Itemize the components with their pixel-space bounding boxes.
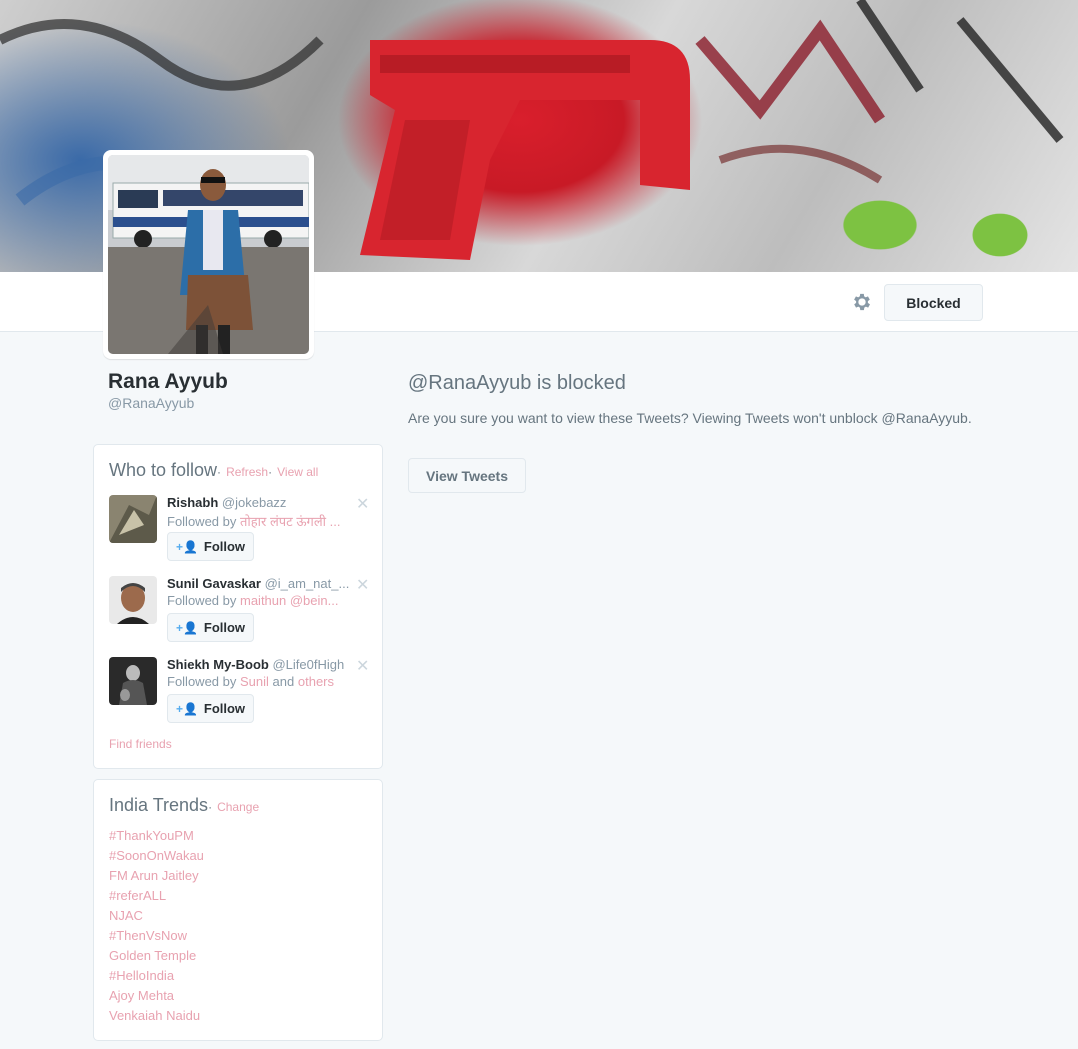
find-friends-link[interactable]: Find friends <box>109 737 172 751</box>
refresh-link[interactable]: Refresh <box>226 465 268 479</box>
user-avatar[interactable] <box>109 495 157 543</box>
trends-header: India Trends· Change <box>109 795 259 816</box>
trend-item[interactable]: #ThenVsNow <box>109 926 204 946</box>
trend-item[interactable]: Ajoy Mehta <box>109 986 204 1006</box>
trend-item[interactable]: Golden Temple <box>109 946 204 966</box>
close-icon[interactable]: ✕ <box>356 575 369 595</box>
user-screen-name[interactable]: @i_am_nat_... <box>265 576 350 591</box>
user-name[interactable]: Shiekh My-Boob @Life0fHigh <box>167 657 344 672</box>
follow-button[interactable]: +👤 Follow <box>167 694 254 723</box>
blocked-title: @RanaAyyub is blocked <box>408 372 626 394</box>
blocked-button[interactable]: Blocked <box>884 284 983 321</box>
avatar-photo <box>108 155 309 354</box>
trend-item[interactable]: NJAC <box>109 906 204 926</box>
gear-icon[interactable] <box>851 291 873 313</box>
view-tweets-button[interactable]: View Tweets <box>408 458 526 493</box>
followed-by-link[interactable]: maithun @bein... <box>240 593 338 608</box>
who-to-follow-header: Who to follow· Refresh· View all <box>109 460 318 481</box>
close-icon[interactable]: ✕ <box>356 494 369 514</box>
who-to-follow-module: Who to follow· Refresh· View all Rishabh… <box>93 444 383 769</box>
suggested-user: Shiekh My-Boob @Life0fHigh Followed by S… <box>109 657 374 729</box>
user-avatar-image <box>109 495 157 543</box>
separator-dot: · <box>208 800 213 814</box>
user-avatar[interactable] <box>109 576 157 624</box>
trend-item[interactable]: FM Arun Jaitley <box>109 866 204 886</box>
user-screen-name[interactable]: @Life0fHigh <box>272 657 344 672</box>
add-person-icon: +👤 <box>175 620 198 635</box>
add-person-icon: +👤 <box>175 539 198 554</box>
close-icon[interactable]: ✕ <box>356 656 369 676</box>
followed-by-text: Followed by Sunil and others <box>167 674 335 689</box>
suggested-user: Sunil Gavaskar @i_am_nat_... Followed by… <box>109 576 374 648</box>
separator-dot: · <box>217 465 222 479</box>
trend-item[interactable]: #HelloIndia <box>109 966 204 986</box>
followed-by-text: Followed by maithun @bein... <box>167 593 339 608</box>
trends-list: #ThankYouPM #SoonOnWakau FM Arun Jaitley… <box>109 826 204 1026</box>
trends-module: India Trends· Change #ThankYouPM #SoonOn… <box>93 779 383 1041</box>
trend-item[interactable]: #referALL <box>109 886 204 906</box>
trend-item[interactable]: #ThankYouPM <box>109 826 204 846</box>
view-all-link[interactable]: View all <box>277 465 318 479</box>
followed-by-text: Followed by तोहार लंपट ऊंगली ... <box>167 514 341 529</box>
user-avatar[interactable] <box>109 657 157 705</box>
user-screen-name[interactable]: @jokebazz <box>222 495 287 510</box>
followed-by-others-link[interactable]: others <box>298 674 334 689</box>
blocked-description: Are you sure you want to view these Twee… <box>408 410 972 426</box>
user-name[interactable]: Sunil Gavaskar @i_am_nat_... <box>167 576 349 591</box>
who-to-follow-title: Who to follow <box>109 460 218 480</box>
follow-button[interactable]: +👤 Follow <box>167 613 254 642</box>
profile-avatar[interactable] <box>103 150 314 359</box>
follow-button[interactable]: +👤 Follow <box>167 532 254 561</box>
separator-dot: · <box>268 465 273 479</box>
trends-title: India Trends <box>109 795 209 815</box>
followed-by-link[interactable]: तोहार लंपट ऊंगली ... <box>240 514 341 529</box>
trend-item[interactable]: #SoonOnWakau <box>109 846 204 866</box>
suggested-user: Rishabh @jokebazz Followed by तोहार लंपट… <box>109 495 374 567</box>
user-name[interactable]: Rishabh @jokebazz <box>167 495 286 510</box>
user-avatar-image <box>109 657 157 705</box>
profile-handle[interactable]: @RanaAyyub <box>108 395 194 411</box>
user-avatar-image <box>109 576 157 624</box>
profile-name[interactable]: Rana Ayyub <box>108 370 228 394</box>
followed-by-link[interactable]: Sunil <box>240 674 269 689</box>
trend-item[interactable]: Venkaiah Naidu <box>109 1006 204 1026</box>
change-trends-link[interactable]: Change <box>217 800 259 814</box>
add-person-icon: +👤 <box>175 701 198 716</box>
